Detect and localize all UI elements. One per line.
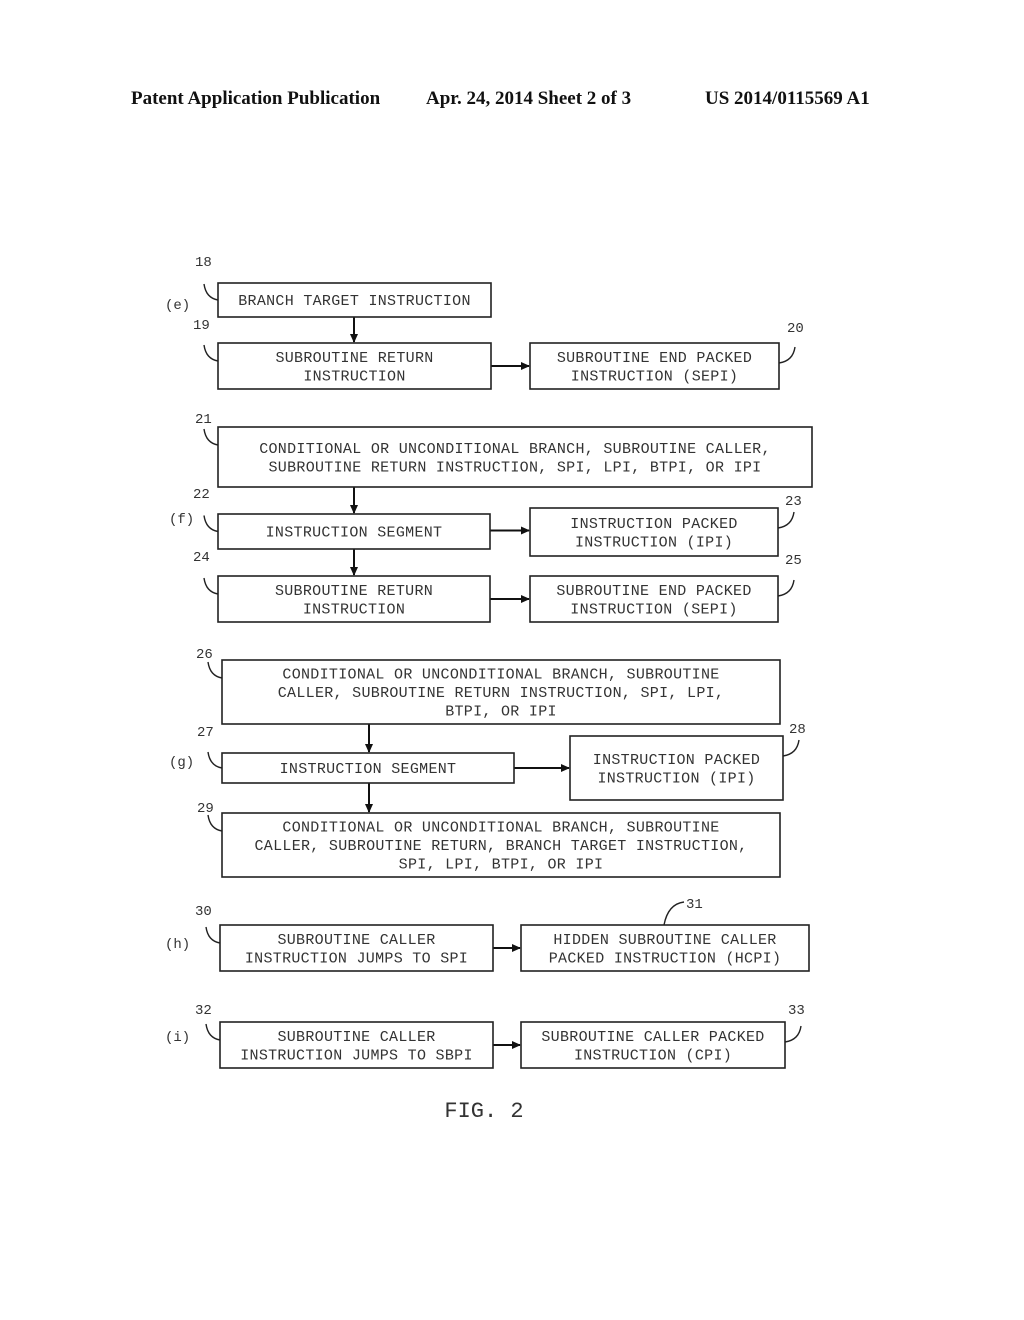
leader-line	[203, 515, 219, 533]
flow-box-29: CONDITIONAL OR UNCONDITIONAL BRANCH, SUB…	[197, 801, 781, 878]
leader-line	[207, 814, 223, 832]
box-text-line: CALLER, SUBROUTINE RETURN INSTRUCTION, S…	[278, 685, 724, 702]
flow-box-32: SUBROUTINE CALLERINSTRUCTION JUMPS TO SB…	[195, 1003, 494, 1069]
flow-box-24: SUBROUTINE RETURNINSTRUCTION 24	[193, 550, 491, 623]
reference-numeral: 19	[193, 318, 210, 334]
flow-box-33: SUBROUTINE CALLER PACKEDINSTRUCTION (CPI…	[520, 1003, 805, 1069]
box-text-line: CALLER, SUBROUTINE RETURN, BRANCH TARGET…	[255, 838, 748, 855]
section-label: (g)	[169, 755, 194, 771]
leader-line	[777, 579, 795, 597]
reference-numeral: 29	[197, 801, 214, 817]
box-text-line: INSTRUCTION PACKED	[570, 516, 737, 533]
reference-numeral: 32	[195, 1003, 212, 1019]
flow-box-27: INSTRUCTION SEGMENT 27	[197, 725, 515, 784]
box-text-line: INSTRUCTION	[303, 601, 405, 618]
reference-numeral: 21	[195, 412, 212, 428]
box-text-line: CONDITIONAL OR UNCONDITIONAL BRANCH, SUB…	[282, 667, 719, 684]
box-text-line: INSTRUCTION (SEPI)	[571, 368, 738, 385]
flow-box-18: BRANCH TARGET INSTRUCTION 18	[195, 255, 492, 318]
leader-line	[784, 1025, 802, 1043]
leader-line	[205, 926, 221, 944]
reference-numeral: 24	[193, 550, 210, 566]
reference-numeral: 31	[686, 897, 703, 913]
flow-box-21: CONDITIONAL OR UNCONDITIONAL BRANCH, SUB…	[195, 412, 813, 488]
section-label: (f)	[169, 512, 194, 528]
box-text-line: PACKED INSTRUCTION (HCPI)	[549, 950, 782, 967]
flow-box-31: HIDDEN SUBROUTINE CALLERPACKED INSTRUCTI…	[520, 897, 810, 972]
reference-numeral: 30	[195, 904, 212, 920]
leader-line	[205, 1023, 221, 1041]
flow-box-30: SUBROUTINE CALLERINSTRUCTION JUMPS TO SP…	[195, 904, 494, 972]
flow-box-26: CONDITIONAL OR UNCONDITIONAL BRANCH, SUB…	[196, 647, 781, 725]
box-text-line: SUBROUTINE CALLER	[277, 1029, 435, 1046]
box-text-line: SUBROUTINE RETURN	[275, 350, 433, 367]
section-label: (h)	[165, 937, 190, 953]
reference-numeral: 20	[787, 321, 804, 337]
flow-box-23: INSTRUCTION PACKEDINSTRUCTION (IPI) 23	[529, 494, 802, 557]
leader-line	[782, 739, 800, 757]
reference-numeral: 18	[195, 255, 212, 271]
box-text-line: SUBROUTINE CALLER	[277, 932, 435, 949]
figure-caption: FIG. 2	[444, 1099, 523, 1124]
box-text-line: BRANCH TARGET INSTRUCTION	[238, 293, 471, 310]
box-text-line: SUBROUTINE END PACKED	[556, 583, 751, 600]
leader-line	[203, 344, 219, 362]
leader-line	[207, 751, 223, 769]
leader-line	[663, 901, 685, 926]
box-text-line: INSTRUCTION (IPI)	[597, 770, 755, 787]
section-label: (e)	[165, 298, 190, 314]
reference-numeral: 28	[789, 722, 806, 738]
box-text-line: BTPI, OR IPI	[445, 704, 557, 721]
flow-box-22: INSTRUCTION SEGMENT 22	[193, 487, 491, 550]
box-text-line: SUBROUTINE RETURN	[275, 583, 433, 600]
leader-line	[207, 661, 223, 679]
reference-numeral: 25	[785, 553, 802, 569]
leader-line	[777, 511, 795, 529]
flowchart-diagram: BRANCH TARGET INSTRUCTION 18 SUBROUTINE RE…	[165, 255, 813, 1124]
flow-box-28: INSTRUCTION PACKEDINSTRUCTION (IPI) 28	[569, 722, 806, 801]
box-text-line: HIDDEN SUBROUTINE CALLER	[553, 932, 776, 949]
box-text-line: CONDITIONAL OR UNCONDITIONAL BRANCH, SUB…	[259, 441, 771, 458]
box-text-line: INSTRUCTION JUMPS TO SBPI	[240, 1047, 473, 1064]
box-text-line: INSTRUCTION PACKED	[593, 752, 760, 769]
flow-box-25: SUBROUTINE END PACKEDINSTRUCTION (SEPI) 2…	[529, 553, 802, 623]
reference-numeral: 27	[197, 725, 214, 741]
box-text-line: INSTRUCTION SEGMENT	[280, 761, 457, 778]
box-text-line: CONDITIONAL OR UNCONDITIONAL BRANCH, SUB…	[282, 820, 719, 837]
box-text-line: SUBROUTINE RETURN INSTRUCTION, SPI, LPI,…	[269, 459, 762, 476]
box-text-line: INSTRUCTION (IPI)	[575, 534, 733, 551]
reference-numeral: 26	[196, 647, 213, 663]
box-text-line: SPI, LPI, BTPI, OR IPI	[399, 857, 604, 874]
box-text-line: SUBROUTINE CALLER PACKED	[541, 1029, 764, 1046]
reference-numeral: 22	[193, 487, 210, 503]
box-text-line: INSTRUCTION	[303, 368, 405, 385]
box-text-line: SUBROUTINE END PACKED	[557, 350, 752, 367]
reference-numeral: 23	[785, 494, 802, 510]
reference-numeral: 33	[788, 1003, 805, 1019]
box-text-line: INSTRUCTION (SEPI)	[570, 601, 737, 618]
box-text-line: INSTRUCTION JUMPS TO SPI	[245, 950, 468, 967]
box-text-line: INSTRUCTION (CPI)	[574, 1047, 732, 1064]
section-label: (i)	[165, 1030, 190, 1046]
flow-box-19: SUBROUTINE RETURNINSTRUCTION 19	[193, 318, 492, 390]
leader-line	[203, 577, 219, 595]
box-text-line: INSTRUCTION SEGMENT	[266, 525, 443, 542]
leader-line	[203, 283, 219, 301]
leader-line	[203, 428, 219, 446]
flow-box-20: SUBROUTINE END PACKEDINSTRUCTION (SEPI) 2…	[529, 321, 804, 390]
leader-line	[778, 346, 796, 364]
